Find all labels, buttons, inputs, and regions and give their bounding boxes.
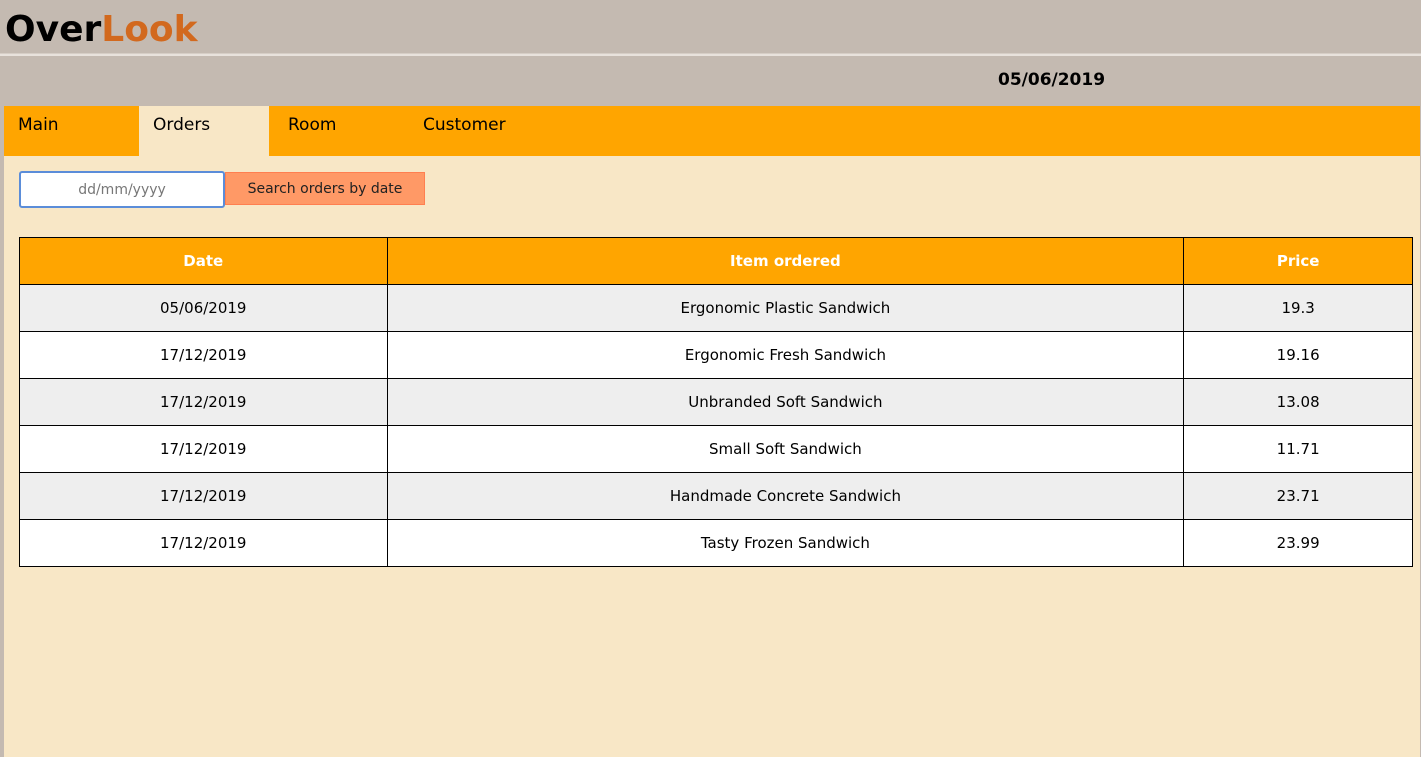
- table-row: 17/12/2019 Tasty Frozen Sandwich 23.99: [19, 519, 1413, 567]
- table-row: 05/06/2019 Ergonomic Plastic Sandwich 19…: [19, 284, 1413, 332]
- orders-table: Date Item ordered Price 05/06/2019 Ergon…: [19, 237, 1413, 567]
- column-header-date: Date: [19, 237, 388, 285]
- order-item-cell: Unbranded Soft Sandwich: [386, 378, 1185, 426]
- order-item-cell: Small Soft Sandwich: [386, 425, 1185, 473]
- order-date-cell: 05/06/2019: [19, 284, 388, 332]
- tab-main[interactable]: Main: [4, 106, 139, 156]
- order-price-cell: 19.16: [1183, 331, 1413, 379]
- tab-orders[interactable]: Orders: [139, 106, 269, 156]
- order-item-cell: Ergonomic Fresh Sandwich: [386, 331, 1185, 379]
- order-item-cell: Ergonomic Plastic Sandwich: [386, 284, 1185, 332]
- logo-over-text: Over: [5, 9, 102, 50]
- order-date-cell: 17/12/2019: [19, 331, 388, 379]
- tab-bar: Main Orders Room Customer: [4, 106, 1420, 156]
- app-logo: OverLook: [5, 8, 198, 52]
- search-date-input[interactable]: [19, 171, 225, 208]
- table-row: 17/12/2019 Ergonomic Fresh Sandwich 19.1…: [19, 331, 1413, 379]
- current-date: 05/06/2019: [998, 70, 1106, 90]
- app-header: OverLook: [0, 0, 1421, 53]
- order-date-cell: 17/12/2019: [19, 472, 388, 520]
- order-price-cell: 11.71: [1183, 425, 1413, 473]
- order-price-cell: 19.3: [1183, 284, 1413, 332]
- tab-orders-label: Orders: [153, 115, 211, 135]
- tab-customer[interactable]: Customer: [409, 106, 549, 156]
- date-bar: [0, 56, 1421, 106]
- tab-main-label: Main: [18, 115, 59, 135]
- table-row: 17/12/2019 Small Soft Sandwich 11.71: [19, 425, 1413, 473]
- order-date-cell: 17/12/2019: [19, 519, 388, 567]
- column-header-price: Price: [1183, 237, 1413, 285]
- order-date-cell: 17/12/2019: [19, 378, 388, 426]
- table-header-row: Date Item ordered Price: [19, 237, 1413, 285]
- column-header-item: Item ordered: [386, 237, 1185, 285]
- table-row: 17/12/2019 Unbranded Soft Sandwich 13.08: [19, 378, 1413, 426]
- search-orders-button[interactable]: Search orders by date: [225, 172, 425, 205]
- logo-look-text: Look: [101, 9, 198, 50]
- order-date-cell: 17/12/2019: [19, 425, 388, 473]
- order-item-cell: Handmade Concrete Sandwich: [386, 472, 1185, 520]
- order-item-cell: Tasty Frozen Sandwich: [386, 519, 1185, 567]
- tab-room-label: Room: [288, 115, 337, 135]
- order-price-cell: 23.71: [1183, 472, 1413, 520]
- table-row: 17/12/2019 Handmade Concrete Sandwich 23…: [19, 472, 1413, 520]
- order-price-cell: 23.99: [1183, 519, 1413, 567]
- order-price-cell: 13.08: [1183, 378, 1413, 426]
- tab-room[interactable]: Room: [274, 106, 404, 156]
- tab-customer-label: Customer: [423, 115, 506, 135]
